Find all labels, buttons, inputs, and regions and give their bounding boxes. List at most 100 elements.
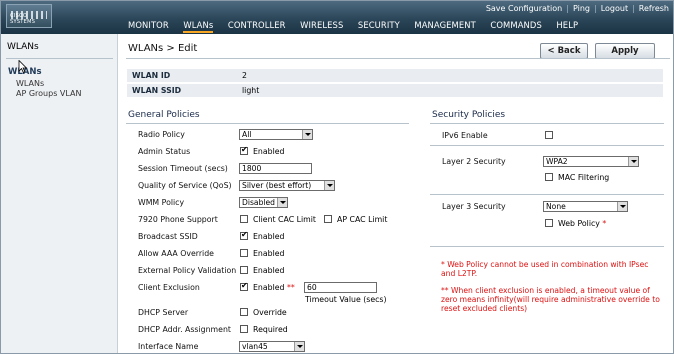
timeout-value-caption: Timeout Value (secs): [305, 295, 387, 304]
phone-support-label: 7920 Phone Support: [138, 215, 218, 224]
layer2-security-value: WPA2: [546, 157, 568, 166]
qos-value: Silver (best effort): [242, 181, 312, 190]
chevron-down-icon: [617, 202, 627, 211]
nav-security[interactable]: SECURITY: [358, 20, 400, 30]
sidebar-divider: [6, 58, 113, 59]
wmm-policy-select[interactable]: Disabled: [239, 197, 288, 208]
radio-policy-label: Radio Policy: [138, 130, 185, 139]
broadcast-ssid-checkbox[interactable]: [240, 230, 248, 240]
ext-policy-label: External Policy Validation: [138, 266, 237, 275]
cisco-logo: CISCO SYSTEMS: [6, 4, 52, 28]
nav-wlans[interactable]: WLANs: [183, 20, 214, 33]
security-row-divider: [430, 194, 664, 195]
qos-select[interactable]: Silver (best effort): [239, 180, 335, 191]
mac-filtering-checkbox[interactable]: [545, 173, 553, 181]
mouse-cursor-icon: [18, 60, 27, 73]
ext-policy-checkbox[interactable]: [240, 266, 248, 274]
layer3-security-select[interactable]: None: [543, 201, 628, 212]
dhcp-override-checkbox[interactable]: [240, 308, 248, 316]
layer2-security-select[interactable]: WPA2: [543, 156, 639, 167]
mac-filtering-text: MAC Filtering: [558, 173, 610, 182]
layer2-security-label: Layer 2 Security: [442, 157, 506, 166]
allow-aaa-checkbox[interactable]: [240, 249, 248, 257]
sidebar-item-wlans[interactable]: WLANs: [16, 79, 44, 88]
main-nav: MONITOR WLANs CONTROLLER WIRELESS SECURI…: [128, 20, 590, 33]
dhcp-required-text: Required: [253, 325, 288, 334]
web-policy-checkbox[interactable]: [545, 219, 553, 227]
web-policy-label: Web Policy: [558, 219, 600, 228]
wmm-policy-value: Disabled: [242, 198, 275, 207]
broadcast-ssid-enabled-text: Enabled: [253, 232, 285, 241]
interface-name-label: Interface Name: [138, 342, 199, 351]
refresh-link[interactable]: Refresh: [639, 4, 669, 13]
client-exclusion-note: ** When client exclusion is enabled, a t…: [441, 286, 660, 313]
interface-name-select[interactable]: vlan45: [239, 341, 305, 352]
main-content: WLANs > Edit < Back Apply WLAN ID 2 WLAN…: [119, 34, 673, 353]
dhcp-server-label: DHCP Server: [138, 308, 189, 317]
client-exclusion-enabled-text: Enabled **: [253, 283, 295, 292]
web-policy-star: *: [602, 219, 607, 228]
separator: |: [566, 4, 569, 13]
logout-link[interactable]: Logout: [601, 4, 628, 13]
session-timeout-input[interactable]: 1800: [239, 163, 312, 174]
sidebar-item-ap-groups-vlan[interactable]: AP Groups VLAN: [16, 89, 81, 98]
wlan-ssid-value: light: [242, 86, 260, 95]
allow-aaa-enabled-text: Enabled: [253, 249, 285, 258]
nav-controller[interactable]: CONTROLLER: [228, 20, 286, 30]
general-policies-title: General Policies: [128, 110, 200, 120]
nav-monitor[interactable]: MONITOR: [128, 20, 169, 30]
chevron-down-icon: [277, 198, 287, 207]
wlan-ssid-label: WLAN SSID: [132, 86, 182, 95]
client-cac-text: Client CAC Limit: [253, 215, 316, 224]
top-header: CISCO SYSTEMS Save Configuration | Ping | Lo…: [1, 1, 673, 34]
allow-aaa-label: Allow AAA Override: [138, 249, 214, 258]
security-row-divider: [430, 246, 664, 247]
ping-link[interactable]: Ping: [573, 4, 590, 13]
general-divider: [126, 123, 409, 124]
sidebar-title: WLANs: [7, 42, 39, 52]
web-policy-text: Web Policy *: [558, 219, 606, 228]
client-exclusion-checkbox[interactable]: [240, 281, 248, 291]
session-timeout-label: Session Timeout (secs): [138, 164, 228, 173]
client-cac-checkbox[interactable]: [240, 215, 248, 223]
dhcp-required-checkbox[interactable]: [240, 325, 248, 333]
radio-policy-select[interactable]: All: [239, 129, 313, 140]
client-exclusion-enabled: Enabled: [253, 283, 285, 292]
security-row-divider: [430, 145, 664, 146]
note2-line1: ** When client exclusion is enabled, a t…: [441, 286, 650, 295]
ipv6-enable-checkbox[interactable]: [545, 131, 553, 139]
nav-help[interactable]: HELP: [556, 20, 578, 30]
save-configuration-link[interactable]: Save Configuration: [486, 4, 562, 13]
radio-policy-value: All: [242, 130, 252, 139]
admin-status-checkbox[interactable]: [240, 145, 248, 155]
ap-cac-checkbox[interactable]: [324, 215, 332, 223]
dhcp-addr-label: DHCP Addr. Assignment: [138, 325, 231, 334]
nav-commands[interactable]: COMMANDS: [490, 20, 541, 30]
qos-label: Quality of Service (QoS): [138, 181, 232, 190]
client-exclusion-label: Client Exclusion: [138, 283, 200, 292]
sidebar: WLANs WLANs WLANs AP Groups VLAN: [1, 34, 118, 353]
admin-status-label: Admin Status: [138, 147, 191, 156]
nav-wireless[interactable]: WIRELESS: [300, 20, 343, 30]
apply-button[interactable]: Apply: [595, 43, 655, 59]
chevron-down-icon: [294, 342, 304, 351]
nav-management[interactable]: MANAGEMENT: [414, 20, 475, 30]
ext-policy-enabled-text: Enabled: [253, 266, 285, 275]
logo-text: CISCO SYSTEMS: [10, 13, 36, 25]
ipv6-enable-label: IPv6 Enable: [442, 131, 488, 140]
note1-line1: * Web Policy cannot be used in combinati…: [441, 260, 649, 269]
client-exclusion-stars: **: [287, 283, 295, 292]
broadcast-ssid-label: Broadcast SSID: [138, 232, 198, 241]
note1-line2: and L2TP.: [441, 269, 478, 278]
chevron-down-icon: [302, 130, 312, 139]
back-button[interactable]: < Back: [540, 43, 588, 59]
interface-name-value: vlan45: [242, 342, 268, 351]
wlan-id-label: WLAN ID: [132, 71, 171, 80]
note2-line2: zero means infinity(will require adminis…: [441, 295, 660, 304]
title-divider: [126, 58, 670, 59]
wlan-id-value: 2: [242, 71, 247, 80]
timeout-value-input[interactable]: 60: [304, 282, 377, 293]
ap-cac-text: AP CAC Limit: [337, 215, 388, 224]
note2-line3: reset excluded clients): [441, 304, 528, 313]
admin-status-enabled-text: Enabled: [253, 147, 285, 156]
